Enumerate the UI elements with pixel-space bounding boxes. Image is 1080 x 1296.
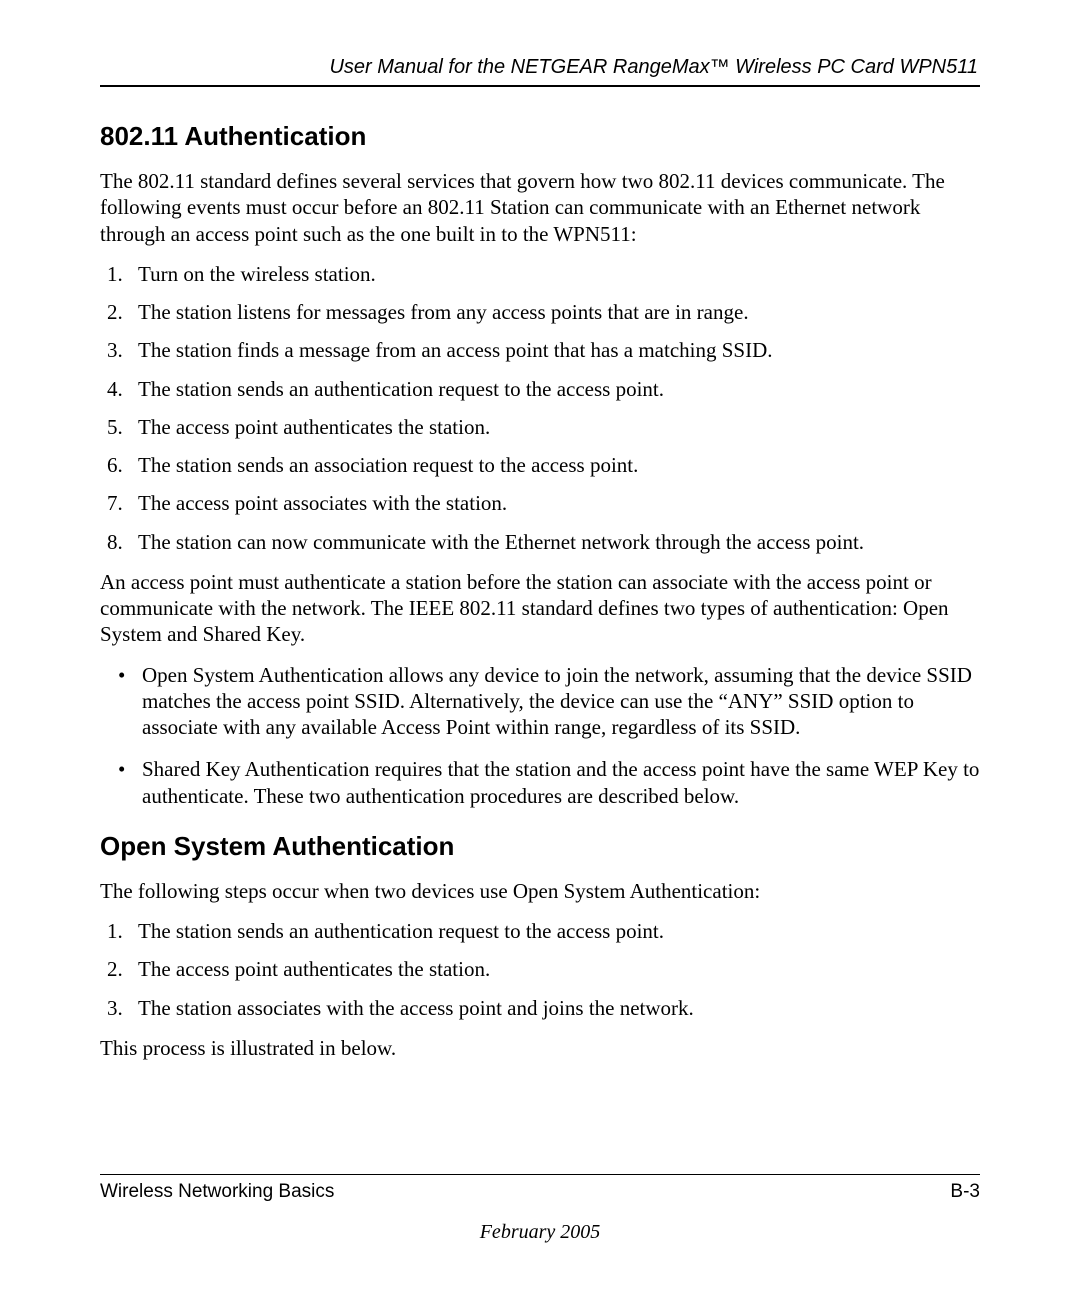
footer: Wireless Networking Basics B-3 February … bbox=[100, 1174, 980, 1244]
list-item: Shared Key Authentication requires that … bbox=[142, 756, 980, 809]
list-item: The station listens for messages from an… bbox=[128, 299, 980, 325]
list-item: The access point authenticates the stati… bbox=[128, 956, 980, 982]
footer-row: Wireless Networking Basics B-3 bbox=[100, 1181, 980, 1203]
list-item: The station can now communicate with the… bbox=[128, 529, 980, 555]
list-item: The access point associates with the sta… bbox=[128, 490, 980, 516]
footer-page-number: B-3 bbox=[950, 1181, 980, 1203]
list-item: The access point authenticates the stati… bbox=[128, 414, 980, 440]
page: User Manual for the NETGEAR RangeMax™ Wi… bbox=[0, 0, 1080, 1296]
heading-open-system-authentication: Open System Authentication bbox=[100, 831, 980, 862]
list-item: Turn on the wireless station. bbox=[128, 261, 980, 287]
section2-intro: The following steps occur when two devic… bbox=[100, 878, 980, 904]
section2-outro: This process is illustrated in below. bbox=[100, 1035, 980, 1061]
section1-steps: Turn on the wireless station. The statio… bbox=[100, 261, 980, 555]
section2-steps: The station sends an authentication requ… bbox=[100, 918, 980, 1021]
list-item: The station sends an association request… bbox=[128, 452, 980, 478]
list-item: The station finds a message from an acce… bbox=[128, 337, 980, 363]
footer-left: Wireless Networking Basics bbox=[100, 1181, 334, 1203]
section1-para2: An access point must authenticate a stat… bbox=[100, 569, 980, 648]
list-item: The station sends an authentication requ… bbox=[128, 376, 980, 402]
list-item: The station associates with the access p… bbox=[128, 995, 980, 1021]
running-head: User Manual for the NETGEAR RangeMax™ Wi… bbox=[100, 56, 978, 79]
section1-bullets: Open System Authentication allows any de… bbox=[100, 662, 980, 809]
footer-rule bbox=[100, 1174, 980, 1175]
header-rule bbox=[100, 85, 980, 87]
heading-802-11-authentication: 802.11 Authentication bbox=[100, 121, 980, 152]
section1-intro: The 802.11 standard defines several serv… bbox=[100, 168, 980, 247]
list-item: The station sends an authentication requ… bbox=[128, 918, 980, 944]
list-item: Open System Authentication allows any de… bbox=[142, 662, 980, 741]
footer-date: February 2005 bbox=[100, 1221, 980, 1244]
